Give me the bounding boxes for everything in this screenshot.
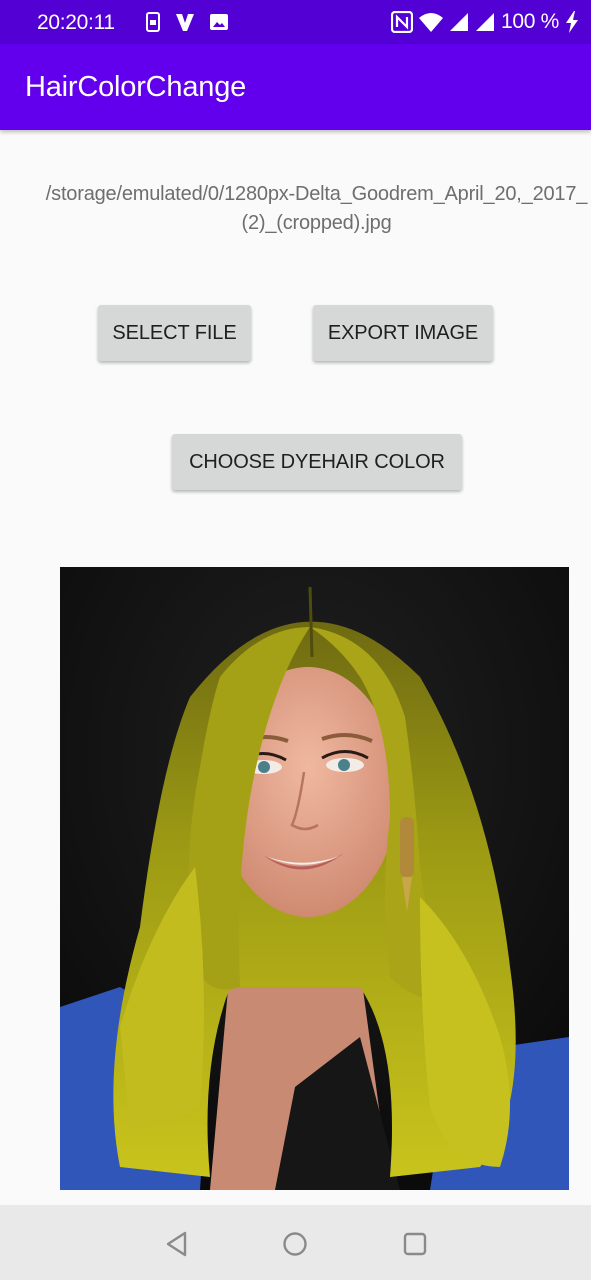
selected-file-path: /storage/emulated/0/1280px-Delta_Goodrem… — [45, 183, 588, 234]
back-triangle-icon[interactable] — [160, 1227, 194, 1261]
portrait-photo — [60, 567, 569, 1190]
signal-icon — [449, 13, 468, 31]
home-circle-icon[interactable] — [278, 1227, 312, 1261]
battery-percent: 100 % — [500, 10, 559, 33]
sim-card-icon — [146, 12, 160, 32]
status-right-group: 100 % — [390, 10, 579, 34]
signal-icon — [475, 13, 494, 31]
choose-dyehair-color-button[interactable]: CHOOSE DYEHAIR COLOR — [172, 434, 462, 490]
charging-bolt-icon — [566, 11, 578, 33]
vpn-v-icon — [176, 14, 194, 31]
result-image — [60, 567, 569, 1190]
status-bar: 20:20:11 100 % — [0, 0, 591, 44]
system-nav-bar — [0, 1205, 591, 1280]
app-title: HairColorChange — [25, 71, 247, 103]
select-file-button[interactable]: SELECT FILE — [98, 305, 251, 361]
recents-square-icon[interactable] — [398, 1227, 432, 1261]
status-time: 20:20:11 — [37, 11, 115, 34]
app-bar: HairColorChange — [0, 44, 591, 130]
image-icon — [210, 14, 228, 30]
wifi-icon — [418, 13, 443, 32]
status-notification-icons — [145, 12, 229, 32]
nfc-icon — [390, 11, 413, 33]
export-image-button[interactable]: EXPORT IMAGE — [313, 305, 493, 361]
